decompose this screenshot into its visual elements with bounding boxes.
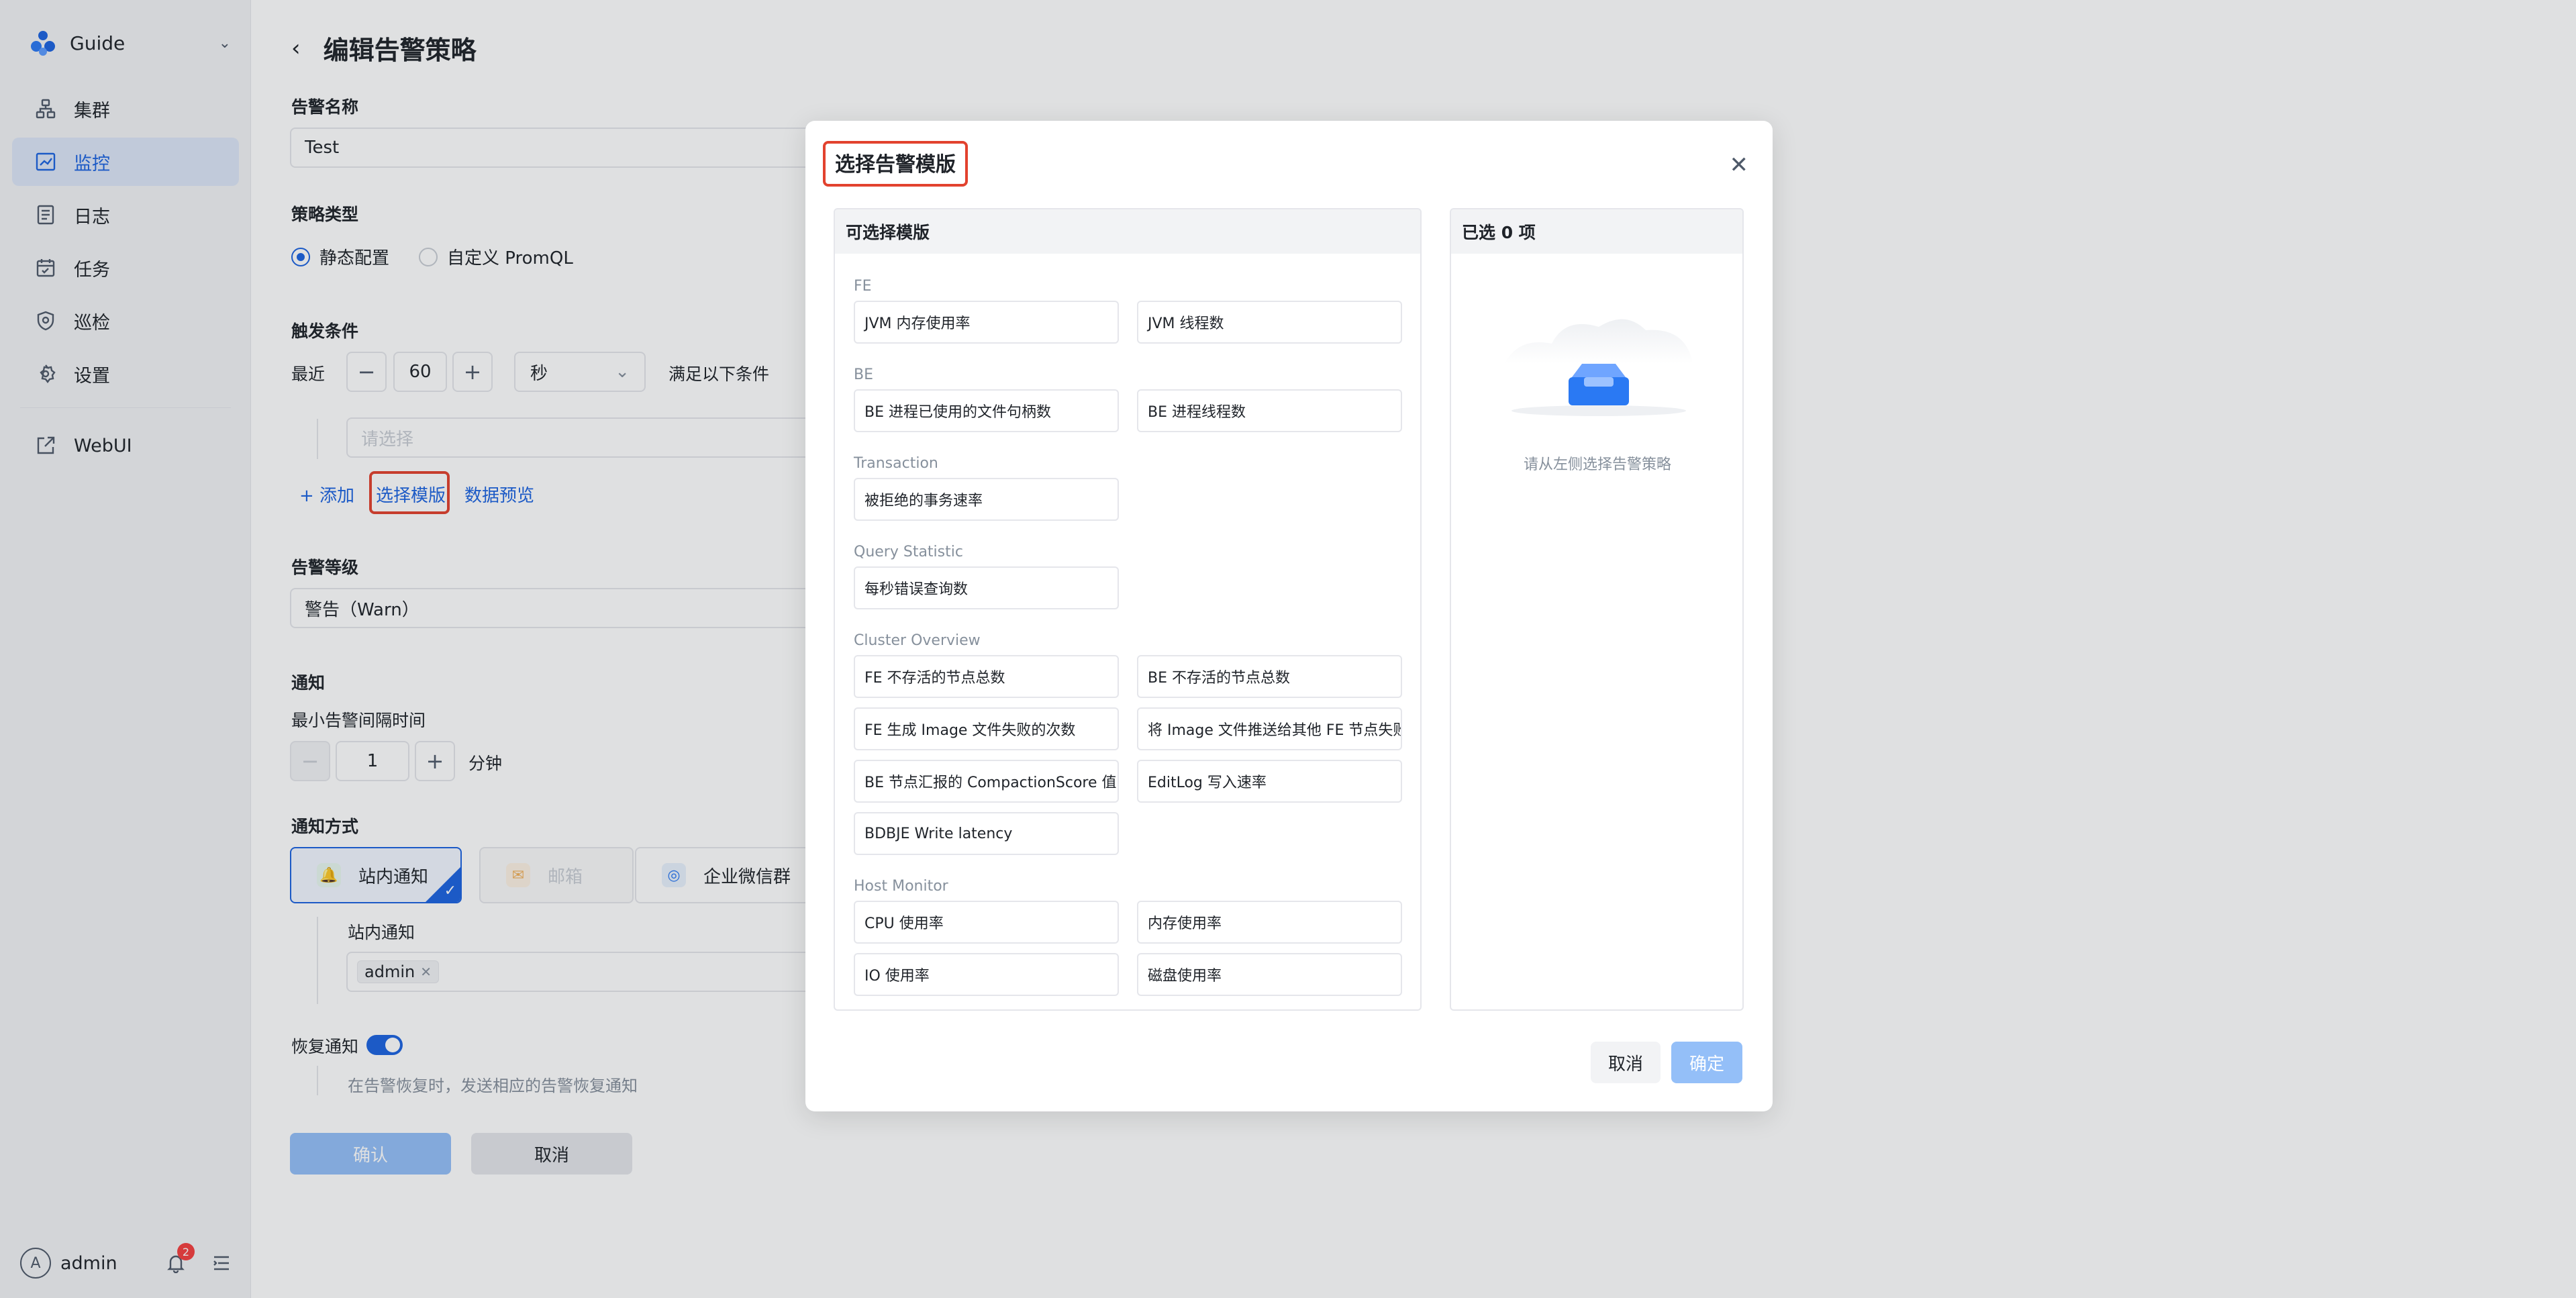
modal-cancel-button[interactable]: 取消	[1591, 1042, 1661, 1083]
group-label: BE	[854, 366, 873, 383]
template-item[interactable]: JVM 线程数	[1137, 301, 1402, 344]
available-templates-header: 可选择模版	[835, 209, 1420, 254]
group-label: Host Monitor	[854, 878, 948, 895]
template-item[interactable]: FE 不存活的节点总数	[854, 655, 1119, 698]
group-label: FE	[854, 278, 872, 295]
group-label: Cluster Overview	[854, 632, 981, 649]
available-templates-pane: 可选择模版 FE JVM 内存使用率 JVM 线程数 BE BE 进程已使用的文…	[834, 208, 1422, 1011]
template-item[interactable]: FE 生成 Image 文件失败的次数	[854, 707, 1119, 750]
template-item[interactable]: JVM 内存使用率	[854, 301, 1119, 344]
selected-templates-header: 已选 0 项	[1451, 209, 1742, 254]
modal-ok-button[interactable]: 确定	[1671, 1042, 1742, 1083]
template-item[interactable]: 被拒绝的事务速率	[854, 478, 1119, 521]
template-item[interactable]: BE 进程线程数	[1137, 389, 1402, 432]
template-item[interactable]: EditLog 写入速率	[1137, 760, 1402, 803]
template-item[interactable]: 将 Image 文件推送给其他 FE 节点失败的次数	[1137, 707, 1402, 750]
template-item[interactable]: CPU 使用率	[854, 901, 1119, 944]
template-item[interactable]: 每秒错误查询数	[854, 566, 1119, 609]
group-label: Transaction	[854, 455, 938, 472]
select-template-modal: 选择告警模版 ✕ 可选择模版 FE JVM 内存使用率 JVM 线程数 BE B…	[805, 121, 1773, 1111]
template-item[interactable]: BE 不存活的节点总数	[1137, 655, 1402, 698]
template-item[interactable]: IO 使用率	[854, 953, 1119, 996]
empty-state-text: 请从左侧选择告警策略	[1523, 456, 1671, 473]
highlight-box	[823, 141, 968, 187]
selected-templates-pane: 已选 0 项 请从左侧选择告警策略	[1450, 208, 1744, 1011]
template-item[interactable]: BE 节点汇报的 CompactionScore 值	[854, 760, 1119, 803]
template-item[interactable]: BDBJE Write latency	[854, 812, 1119, 855]
template-item[interactable]: BE 进程已使用的文件句柄数	[854, 389, 1119, 432]
empty-inbox-icon	[1505, 319, 1693, 416]
template-item[interactable]: 内存使用率	[1137, 901, 1402, 944]
group-label: Query Statistic	[854, 544, 963, 560]
close-icon[interactable]: ✕	[1730, 152, 1749, 179]
template-item[interactable]: 磁盘使用率	[1137, 953, 1402, 996]
